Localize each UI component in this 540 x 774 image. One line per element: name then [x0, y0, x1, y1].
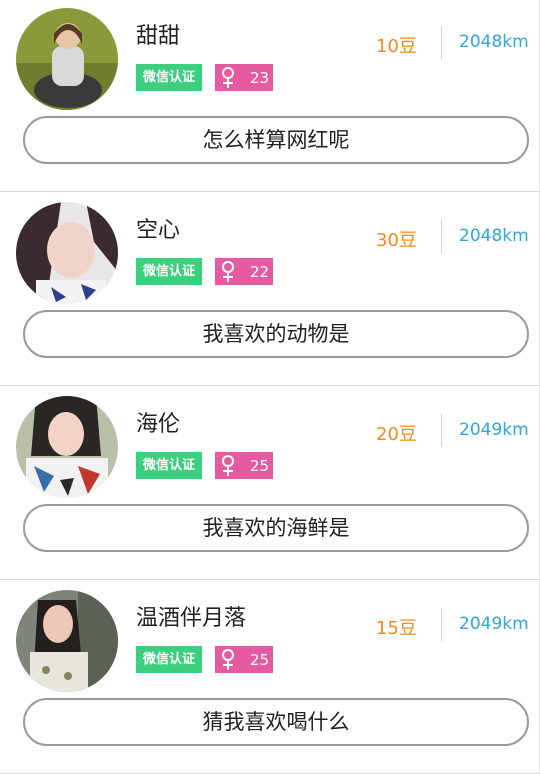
user-name: 空心 — [136, 218, 181, 243]
user-card[interactable]: 海伦 微信认证 25 20豆 2049km 我喜欢的海鲜是 — [0, 386, 540, 580]
user-name: 甜甜 — [136, 24, 181, 49]
gender-age-badge: 22 — [215, 258, 273, 285]
female-icon — [222, 261, 234, 282]
question-button[interactable]: 怎么样算网红呢 — [23, 116, 529, 164]
user-avatar[interactable] — [16, 396, 118, 498]
distance-label: 2048km — [459, 32, 529, 52]
distance-label: 2048km — [459, 226, 529, 246]
divider — [441, 220, 442, 253]
wechat-verified-badge: 微信认证 — [136, 258, 202, 285]
wechat-verified-badge: 微信认证 — [136, 646, 202, 673]
female-icon — [222, 649, 234, 670]
user-age: 23 — [250, 69, 270, 87]
question-button[interactable]: 我喜欢的动物是 — [23, 310, 529, 358]
distance-label: 2049km — [459, 614, 529, 634]
beans-amount: 20豆 — [376, 424, 417, 445]
user-name: 海伦 — [136, 412, 181, 437]
wechat-verified-badge: 微信认证 — [136, 452, 202, 479]
user-avatar[interactable] — [16, 590, 118, 692]
beans-amount: 30豆 — [376, 230, 417, 251]
user-avatar[interactable] — [16, 8, 118, 110]
divider — [441, 608, 442, 641]
wechat-verified-badge: 微信认证 — [136, 64, 202, 91]
gender-age-badge: 25 — [215, 646, 273, 673]
user-age: 25 — [250, 457, 270, 475]
user-age: 22 — [250, 263, 270, 281]
gender-age-badge: 23 — [215, 64, 273, 91]
question-button[interactable]: 我喜欢的海鲜是 — [23, 504, 529, 552]
user-card[interactable]: 温酒伴月落 微信认证 25 15豆 2049km 猜我喜欢喝什么 — [0, 580, 540, 774]
divider — [441, 414, 442, 447]
question-button[interactable]: 猜我喜欢喝什么 — [23, 698, 529, 746]
user-avatar[interactable] — [16, 202, 118, 304]
user-age: 25 — [250, 651, 270, 669]
beans-amount: 10豆 — [376, 36, 417, 57]
user-card[interactable]: 甜甜 微信认证 23 10豆 2048km 怎么样算网红呢 — [0, 0, 540, 192]
female-icon — [222, 455, 234, 476]
gender-age-badge: 25 — [215, 452, 273, 479]
divider — [441, 26, 442, 59]
distance-label: 2049km — [459, 420, 529, 440]
user-card[interactable]: 空心 微信认证 22 30豆 2048km 我喜欢的动物是 — [0, 192, 540, 386]
user-name: 温酒伴月落 — [136, 606, 247, 631]
female-icon — [222, 67, 234, 88]
beans-amount: 15豆 — [376, 618, 417, 639]
